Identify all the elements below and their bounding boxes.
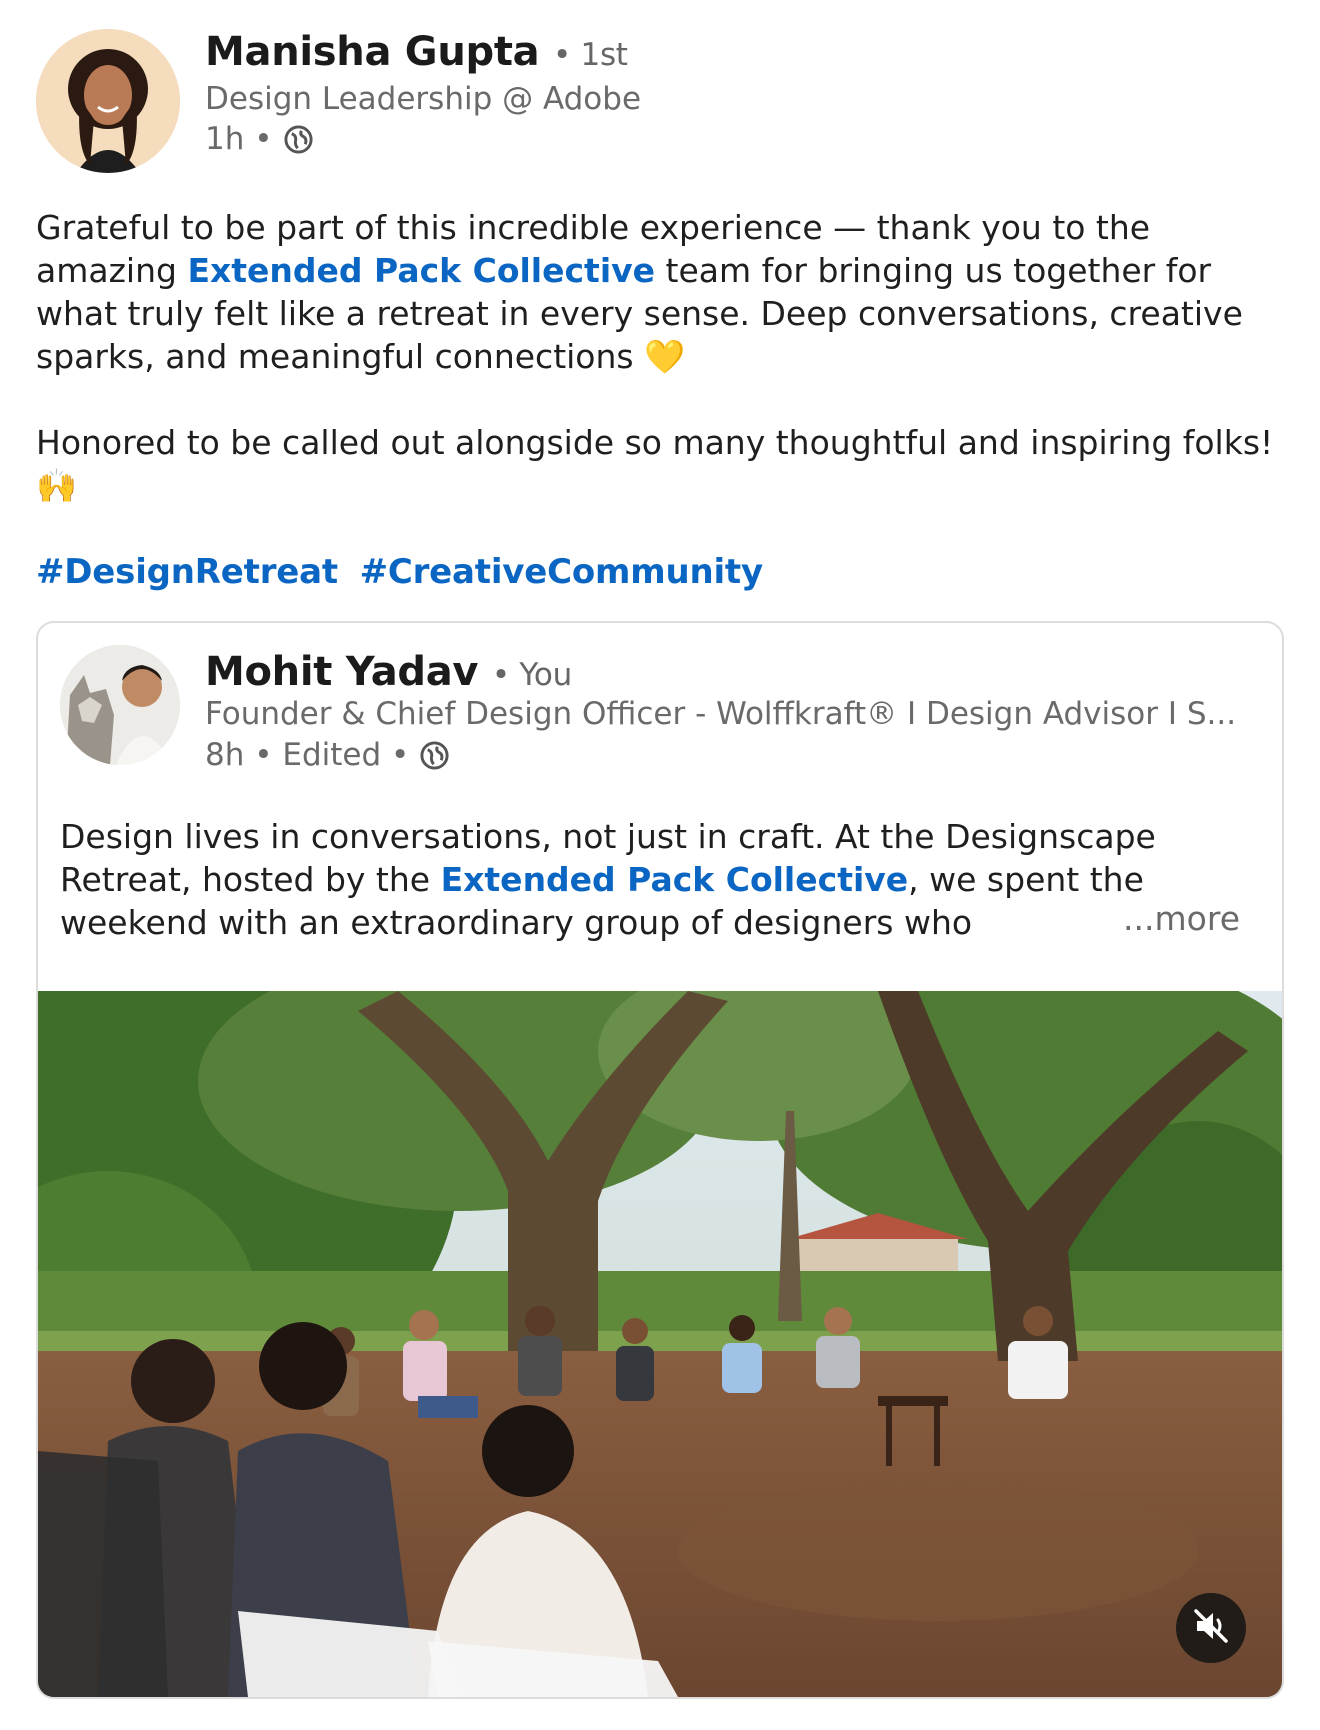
author-name[interactable]: Manisha Gupta • 1st [205,29,628,75]
globe-icon [283,124,314,155]
shared-author-avatar[interactable] [60,645,180,765]
mute-button[interactable] [1176,1593,1246,1663]
shared-author-name-text[interactable]: Mohit Yadav [205,649,479,695]
shared-post-time: 8h • Edited • [205,737,410,773]
hashtags: #DesignRetreat #CreativeCommunity [36,552,763,592]
shared-post-body: Design lives in conversations, not just … [60,815,1260,944]
shared-post-meta: 8h • Edited • [205,737,450,773]
post-meta: 1h • [205,121,314,157]
post-time: 1h • [205,121,273,157]
author-avatar[interactable] [36,29,180,173]
video-frame [38,991,1282,1697]
post-paragraph: Grateful to be part of this incredible e… [36,206,1286,378]
shared-post-paragraph: Design lives in conversations, not just … [60,815,1260,944]
shared-author-name[interactable]: Mohit Yadav • You [205,649,572,695]
mention-link[interactable]: Extended Pack Collective [441,860,909,899]
hashtag-link[interactable]: #CreativeCommunity [360,552,764,592]
author-name-text[interactable]: Manisha Gupta [205,29,540,75]
shared-post-card[interactable]: Mohit Yadav • You Founder & Chief Design… [36,621,1284,1699]
connection-degree: • 1st [552,37,628,73]
post-header: Manisha Gupta • 1st Design Leadership @ … [36,29,1236,179]
hashtag-link[interactable]: #DesignRetreat [36,552,338,592]
mute-icon [1191,1606,1231,1650]
post-body: Grateful to be part of this incredible e… [36,206,1286,507]
shared-author-relation: • You [491,657,572,693]
post-paragraph: Honored to be called out alongside so ma… [36,423,1274,505]
shared-author-headline: Founder & Chief Design Officer - Wolffkr… [205,696,1237,732]
author-headline: Design Leadership @ Adobe [205,81,642,117]
post-video[interactable] [38,991,1282,1697]
see-more-link[interactable]: ...more [1115,899,1240,938]
globe-icon [419,740,450,771]
mention-link[interactable]: Extended Pack Collective [187,251,655,290]
